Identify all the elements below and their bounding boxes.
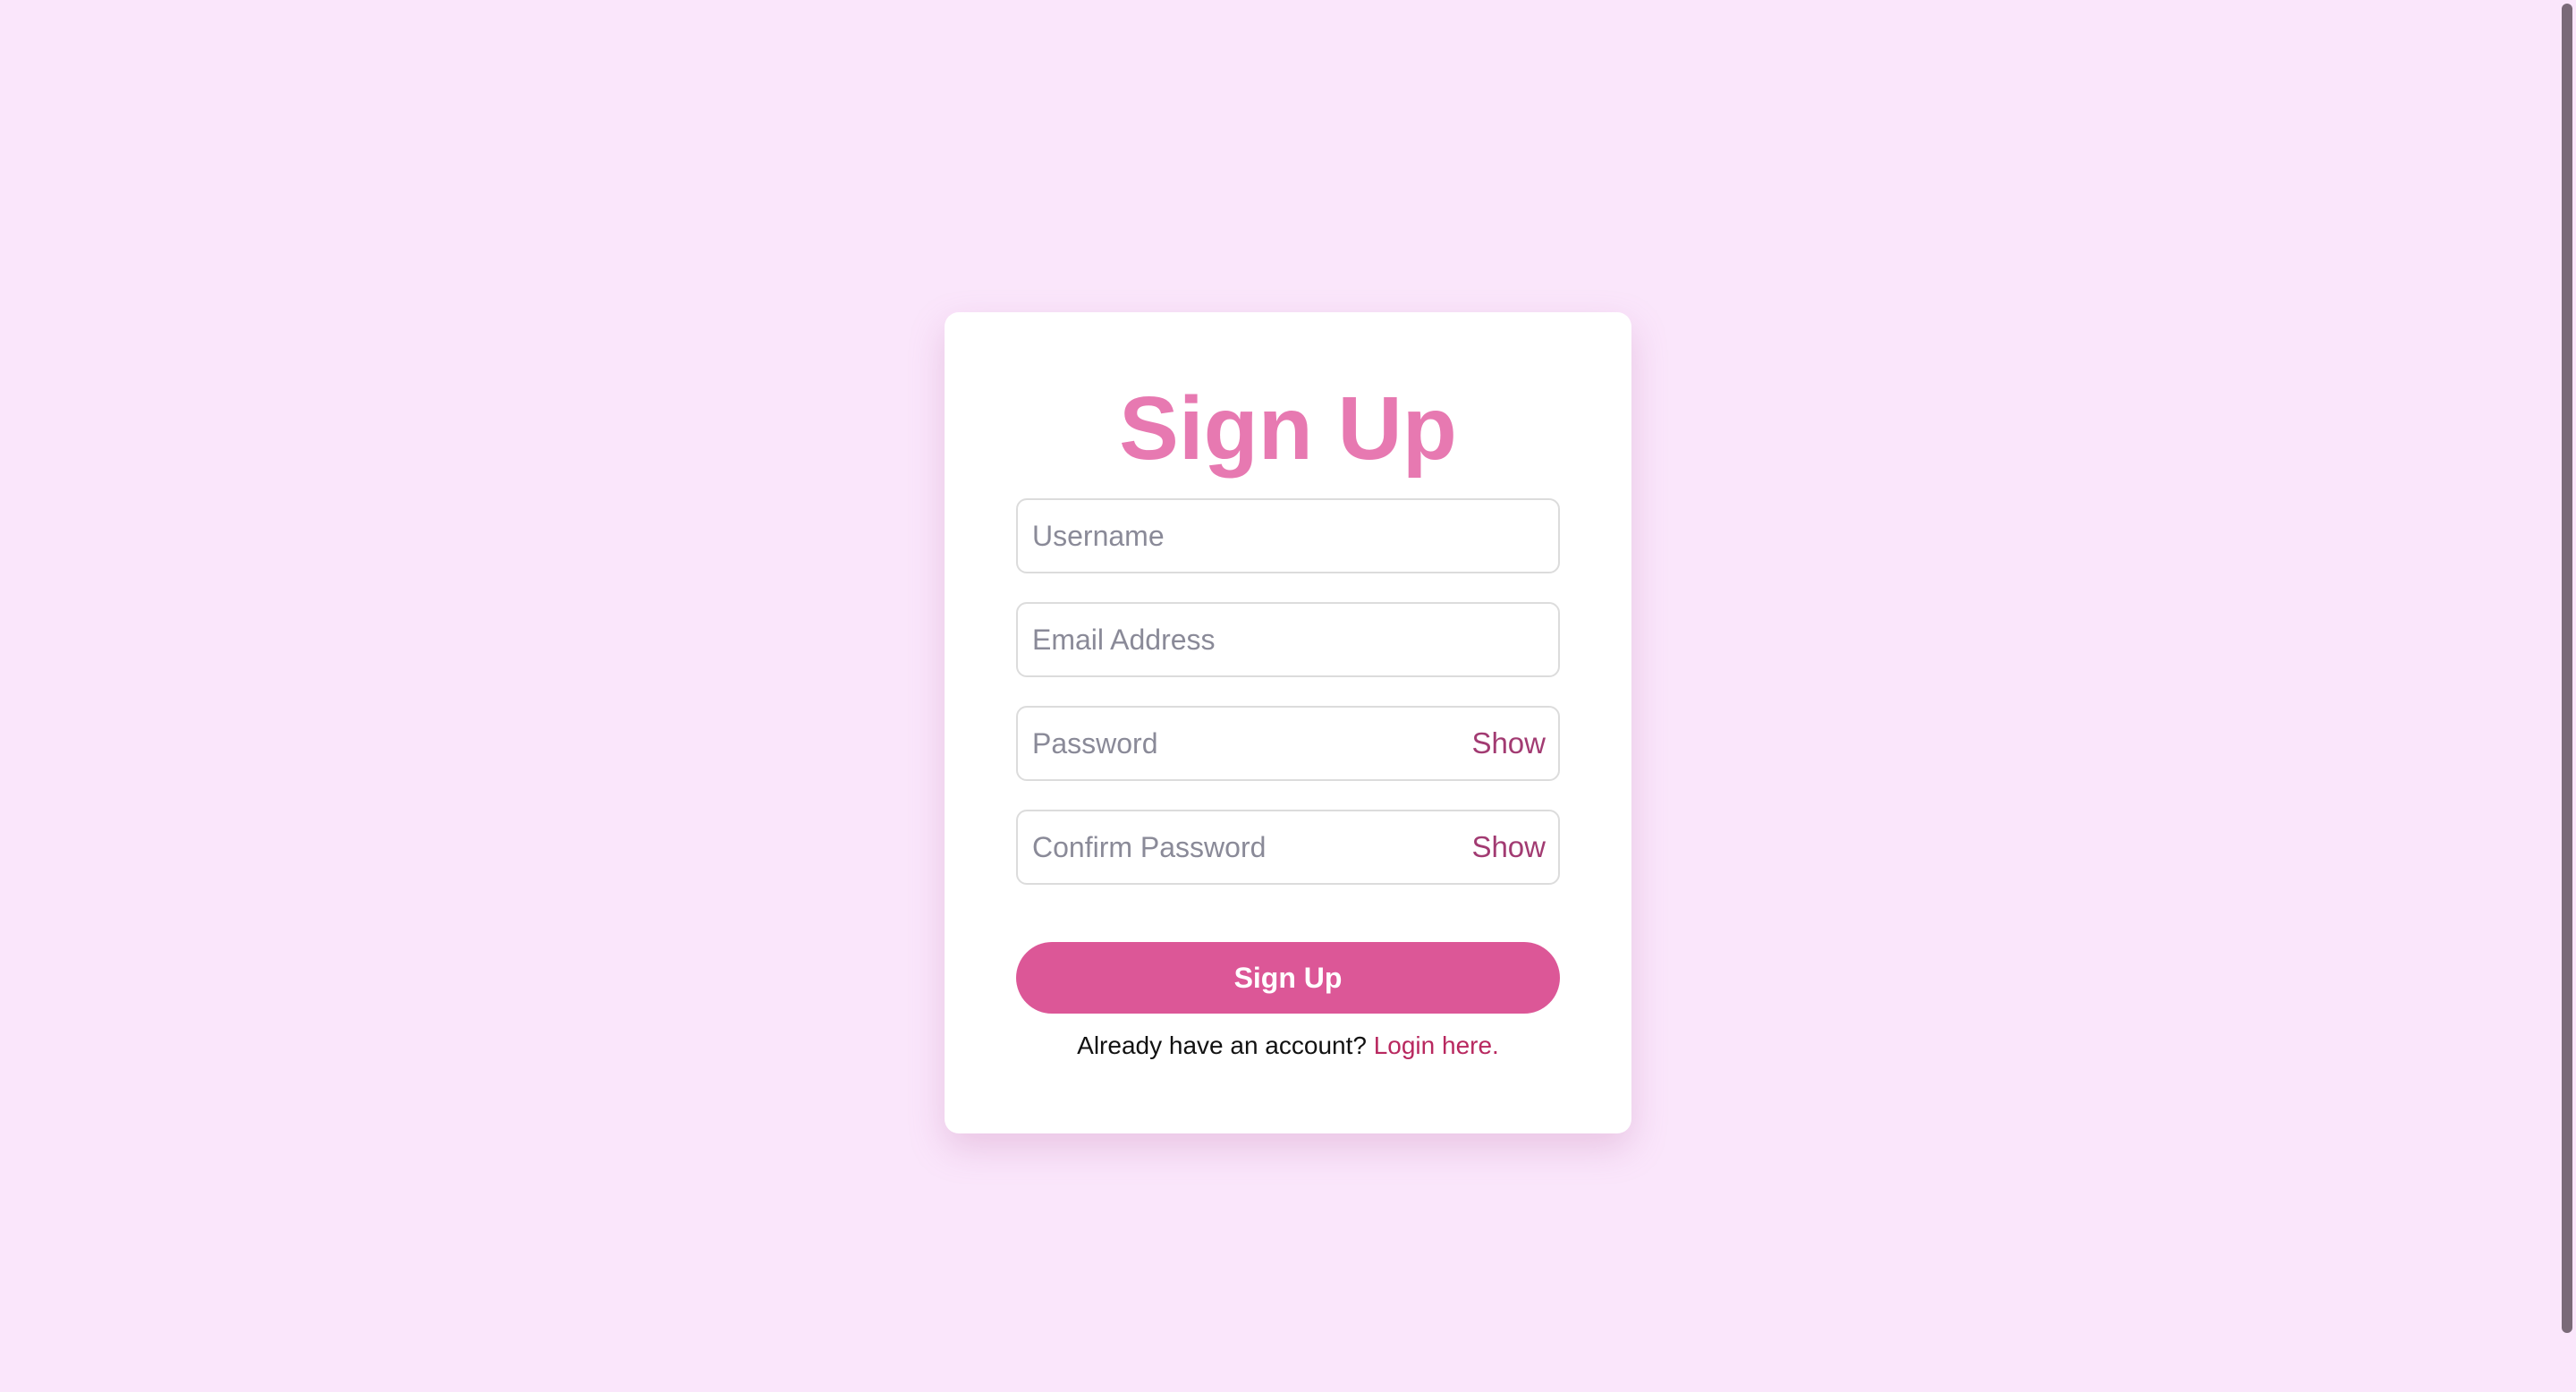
show-password-toggle[interactable]: Show — [1471, 708, 1546, 779]
confirm-password-field-wrapper: Show — [1016, 810, 1560, 885]
signup-page: Sign Up Show Show Sign Up Already have a… — [0, 0, 2576, 1392]
vertical-scrollbar[interactable] — [2558, 0, 2576, 1392]
username-input[interactable] — [1018, 500, 1558, 572]
show-confirm-password-toggle[interactable]: Show — [1471, 811, 1546, 883]
signup-card: Sign Up Show Show Sign Up Already have a… — [945, 312, 1631, 1133]
login-prompt-text: Already have an account? — [1077, 1031, 1374, 1059]
email-input[interactable] — [1018, 604, 1558, 675]
login-prompt: Already have an account? Login here. — [945, 1028, 1631, 1064]
username-field-wrapper — [1016, 498, 1560, 573]
email-field-wrapper — [1016, 602, 1560, 677]
password-field-wrapper: Show — [1016, 706, 1560, 781]
scrollbar-thumb[interactable] — [2562, 4, 2572, 1333]
page-title: Sign Up — [1119, 378, 1457, 479]
login-link[interactable]: Login here. — [1374, 1031, 1499, 1059]
sign-up-button[interactable]: Sign Up — [1016, 942, 1560, 1014]
